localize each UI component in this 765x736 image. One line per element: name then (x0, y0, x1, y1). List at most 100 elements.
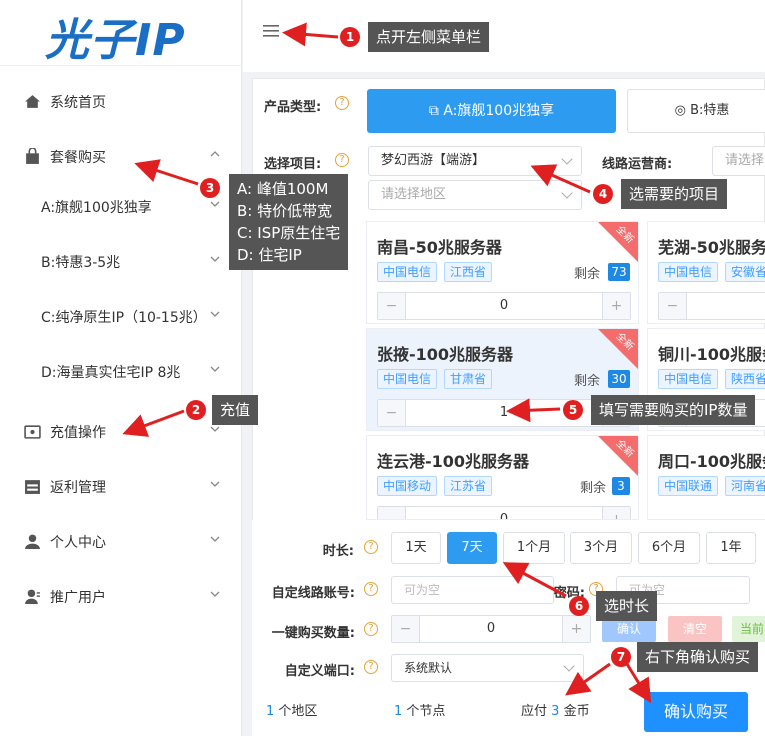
sidebar-item-rebate[interactable]: 返利管理 (0, 459, 242, 514)
help-icon[interactable]: ? (364, 622, 378, 636)
region-select[interactable]: 请选择地区 (368, 180, 582, 210)
amount-due-prefix: 应付 (521, 704, 548, 719)
sidebar-item-label: 个人中心 (50, 535, 106, 551)
duration-option-7d[interactable]: 7天 (447, 532, 497, 564)
quantity-value[interactable]: 0 (406, 293, 602, 319)
sidebar-item-label: 充值操作 (50, 425, 106, 441)
decrement-button[interactable]: − (659, 293, 687, 319)
decrement-button[interactable]: − (378, 400, 406, 426)
annotation-4: 选需要的项目 (621, 179, 728, 209)
duration-option-6m[interactable]: 6个月 (638, 532, 700, 564)
server-card[interactable]: 周口-100兆服务器 中国联通 河南省 (647, 435, 765, 520)
chevron-down-icon (561, 187, 573, 199)
help-icon[interactable]: ? (364, 540, 378, 554)
region-select-placeholder: 请选择地区 (381, 187, 447, 202)
increment-button[interactable]: + (602, 507, 630, 519)
province-tag: 江西省 (444, 262, 493, 282)
bulk-current-button[interactable]: 当前 (732, 616, 765, 642)
sidebar-subitem-c[interactable]: C:纯净原生IP（10-15兆） (0, 289, 242, 344)
menu-toggle-icon[interactable] (263, 23, 279, 39)
server-card[interactable]: 连云港-100兆服务器 中国移动 江苏省 剩余 3 − 0 + 全新 (366, 435, 639, 520)
quantity-value[interactable]: 0 (406, 507, 602, 519)
logo-divider (0, 65, 242, 66)
amount-due-value: 3 (551, 704, 560, 719)
help-icon[interactable]: ? (364, 660, 378, 674)
chevron-down-icon (563, 660, 575, 672)
annotation-5: 填写需要购买的IP数量 (591, 395, 756, 425)
increment-button[interactable]: + (602, 293, 630, 319)
help-icon[interactable]: ? (335, 153, 349, 167)
isp-tag: 中国电信 (658, 262, 719, 282)
custom-port-label: 自定义端口: (284, 664, 355, 679)
chevron-down-icon (210, 536, 220, 542)
duration-option-1m[interactable]: 1个月 (503, 532, 565, 564)
isp-tag: 中国电信 (377, 262, 438, 282)
help-icon[interactable]: ? (364, 582, 378, 596)
quantity-stepper[interactable]: − 0 + (377, 292, 631, 320)
product-option-label: B:特惠 (690, 103, 730, 118)
quantity-stepper[interactable]: − (658, 292, 765, 320)
server-card[interactable]: 芜湖-50兆服务器 中国电信 安徽省 − (647, 221, 765, 324)
project-select[interactable]: 梦幻西游【端游】 (368, 146, 582, 176)
operator-select[interactable]: 请选择 (712, 146, 765, 176)
remain-label: 剩余 (580, 481, 607, 496)
product-option-b[interactable]: ◎ B:特惠 (627, 89, 765, 133)
bulk-quantity-stepper[interactable]: − 0 + (391, 615, 591, 643)
annotation-1-badge: 1 (340, 27, 360, 47)
server-card[interactable]: 南昌-50兆服务器 中国电信 江西省 剩余 73 − 0 + 全新 (366, 221, 639, 324)
new-ribbon-label: 全新 (613, 437, 636, 460)
sidebar-item-home[interactable]: 系统首页 (0, 74, 242, 129)
sidebar-subitem-d[interactable]: D:海量真实住宅IP 8兆 (0, 344, 242, 399)
duration-option-3m[interactable]: 3个月 (570, 532, 632, 564)
province-tag: 河南省 (725, 476, 765, 496)
decrement-button[interactable]: − (378, 293, 406, 319)
sidebar-subitem-b[interactable]: B:特惠3-5兆 (0, 234, 242, 289)
bulk-clear-button[interactable]: 清空 (668, 616, 722, 642)
amount-due-suffix: 金币 (563, 704, 590, 719)
custom-port-value: 系统默认 (404, 661, 453, 675)
chevron-up-icon (210, 151, 220, 157)
annotation-4-badge: 4 (593, 184, 613, 204)
sidebar-subitem-label: D:海量真实住宅IP 8兆 (41, 365, 181, 381)
isp-tag: 中国电信 (377, 369, 438, 389)
province-tag: 江苏省 (444, 476, 493, 496)
sidebar-item-package[interactable]: 套餐购买 (0, 129, 242, 184)
logo: 光子IP (45, 15, 186, 66)
sidebar-item-label: 返利管理 (50, 480, 106, 496)
product-type-label: 产品类型: (264, 100, 322, 115)
annotation-3-line: A: 峰值100M (237, 180, 329, 198)
user-icon (25, 534, 40, 549)
new-ribbon: 全新 (598, 222, 638, 262)
new-ribbon-label: 全新 (613, 330, 636, 353)
region-count-text: 个地区 (278, 704, 318, 719)
annotation-3-badge: 3 (200, 178, 220, 198)
duration-option-1y[interactable]: 1年 (706, 532, 756, 564)
server-title: 周口-100兆服务器 (658, 452, 765, 471)
isp-tag: 中国联通 (658, 476, 719, 496)
bulk-quantity-value[interactable]: 0 (420, 616, 562, 642)
quantity-stepper[interactable]: − 0 + (377, 506, 631, 519)
custom-port-select[interactable]: 系统默认 (391, 654, 584, 682)
confirm-purchase-button[interactable]: 确认购买 (644, 692, 748, 732)
decrement-button[interactable]: − (392, 616, 420, 642)
duration-option-1d[interactable]: 1天 (391, 532, 441, 564)
custom-account-input[interactable]: 可为空 (391, 576, 554, 604)
increment-button[interactable]: + (562, 616, 590, 642)
isp-tag: 中国移动 (377, 476, 438, 496)
product-option-a[interactable]: ⧉ A:旗舰100兆独享 (367, 89, 616, 133)
project-select-value: 梦幻西游【端游】 (381, 153, 486, 168)
product-option-label: A:旗舰100兆独享 (443, 103, 555, 119)
sidebar-item-profile[interactable]: 个人中心 (0, 514, 242, 569)
sidebar-subitem-label: A:旗舰100兆独享 (41, 200, 152, 216)
remain-count: 3 (612, 477, 630, 495)
sidebar-item-referral[interactable]: 推广用户 (0, 569, 242, 624)
node-count: 1 个节点 (394, 700, 445, 719)
help-icon[interactable]: ? (335, 96, 349, 110)
chevron-down-icon (210, 256, 220, 262)
decrement-button[interactable]: − (378, 507, 406, 519)
amount-due: 应付 3 金币 (521, 700, 590, 719)
annotation-6: 选时长 (596, 591, 658, 621)
remain-count: 30 (608, 370, 630, 388)
sidebar-subitem-label: C:纯净原生IP（10-15兆） (41, 310, 207, 326)
chevron-down-icon (561, 153, 573, 165)
